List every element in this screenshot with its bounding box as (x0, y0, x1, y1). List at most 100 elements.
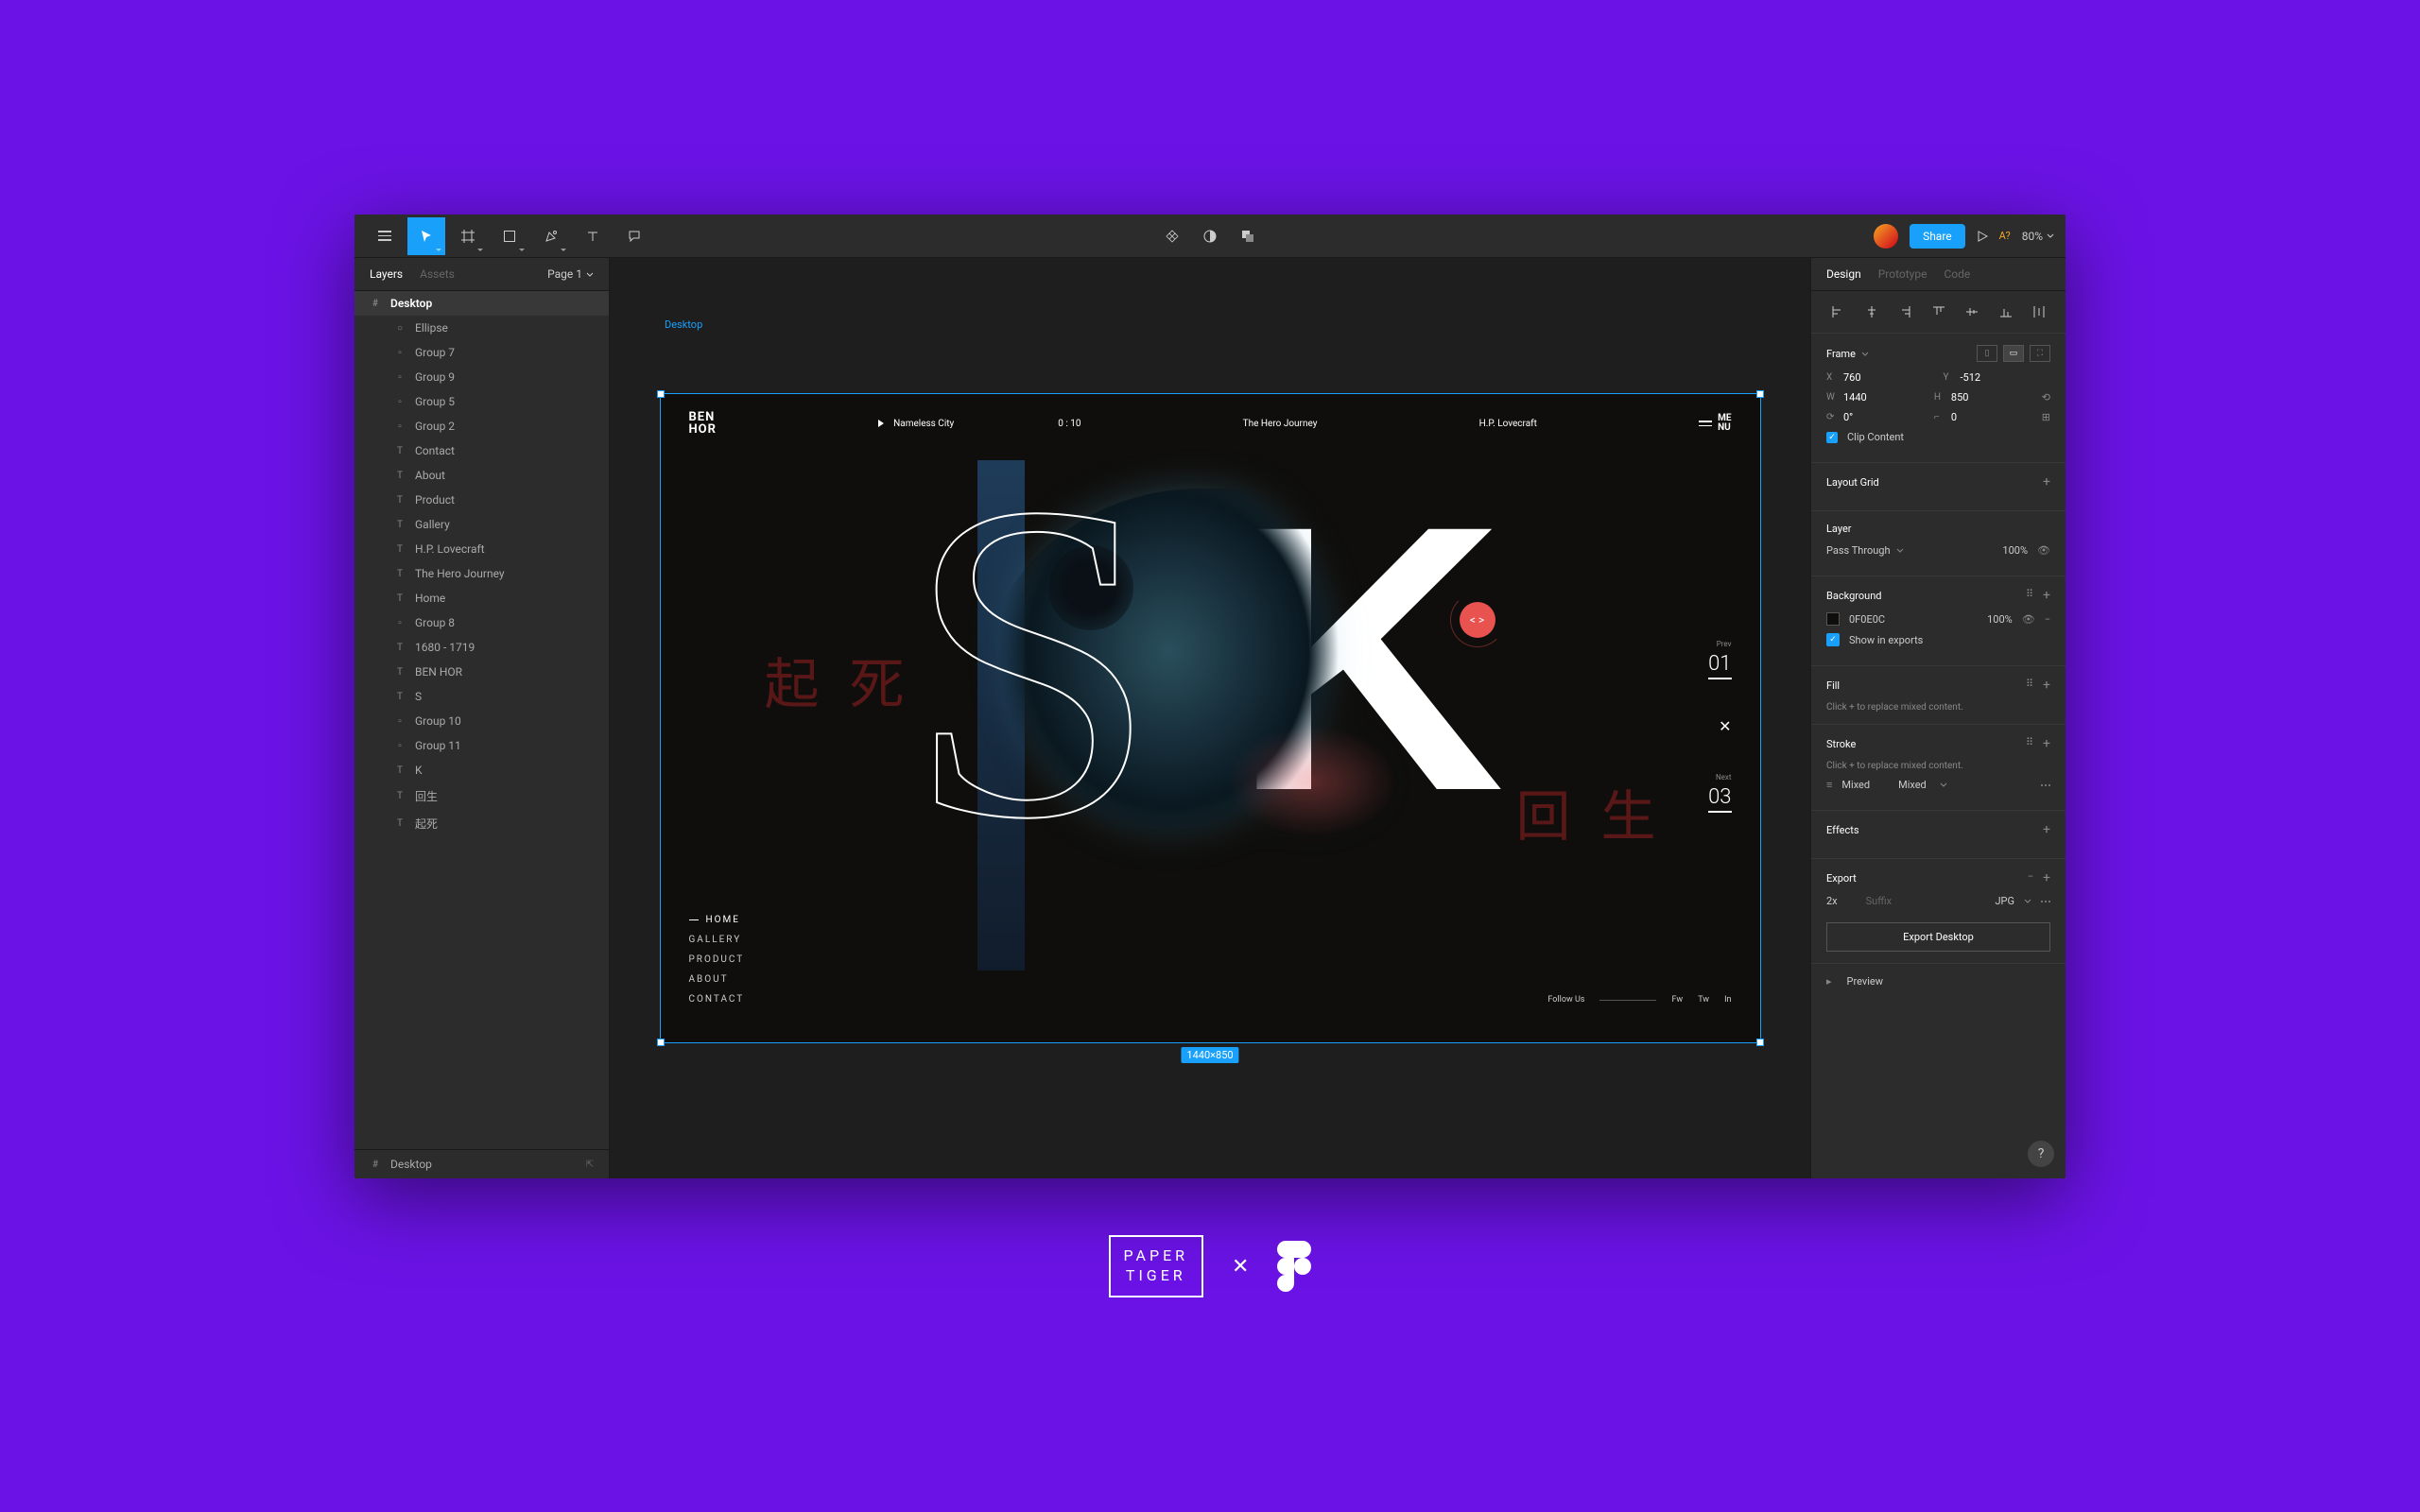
stroke-more-icon[interactable] (2041, 784, 2050, 786)
layer-item[interactable]: ▫Group 2 (354, 414, 609, 438)
move-tool[interactable] (407, 217, 445, 255)
align-left[interactable] (1826, 301, 1849, 323)
clip-content-checkbox[interactable]: ✓ (1826, 432, 1838, 443)
visibility-icon[interactable]: 👁 (2022, 613, 2035, 626)
resize-fit[interactable]: ⛶ (2030, 345, 2050, 362)
layer-item[interactable]: TH.P. Lovecraft (354, 537, 609, 561)
canvas[interactable]: Desktop 1440×850 BENHOR Nameless City0 :… (610, 258, 1810, 1178)
layer-item[interactable]: TGallery (354, 512, 609, 537)
layer-item[interactable]: TProduct (354, 488, 609, 512)
stroke-weight[interactable]: Mixed (1841, 779, 1870, 791)
y-field[interactable]: -512 (1961, 371, 2008, 384)
export-format[interactable]: JPG (1995, 895, 2014, 907)
add-stroke-button[interactable]: + (2043, 736, 2050, 751)
align-top[interactable] (1927, 301, 1950, 323)
add-fill-button[interactable]: + (2043, 678, 2050, 693)
tab-design[interactable]: Design (1826, 267, 1861, 281)
orientation-landscape[interactable]: ▭ (2003, 345, 2024, 362)
add-grid-button[interactable]: + (2043, 474, 2050, 490)
layer-opacity[interactable]: 100% (2002, 544, 2028, 557)
layer-item[interactable]: ▫Group 11 (354, 733, 609, 758)
resize-handle[interactable] (657, 1039, 665, 1046)
bg-opacity[interactable]: 100% (1987, 613, 2013, 626)
layer-item[interactable]: TS (354, 684, 609, 709)
layer-item[interactable]: ▫Group 8 (354, 610, 609, 635)
layer-item[interactable]: ▫Group 10 (354, 709, 609, 733)
bottom-frame-ref[interactable]: #Desktop ⇱ (354, 1149, 609, 1178)
align-bottom[interactable] (1995, 301, 2017, 323)
layer-item[interactable]: T1680 - 1719 (354, 635, 609, 660)
export-more-icon[interactable] (2041, 901, 2050, 902)
frame-name-label[interactable]: Desktop (665, 318, 702, 331)
w-field[interactable]: 1440 (1843, 391, 1891, 404)
export-scale[interactable]: 2x (1826, 895, 1838, 907)
layer-item[interactable]: ▫Group 9 (354, 365, 609, 389)
tab-code[interactable]: Code (1944, 267, 1970, 281)
share-button[interactable]: Share (1910, 224, 1965, 249)
align-center-h[interactable] (1860, 301, 1883, 323)
zoom-control[interactable]: 80% (2022, 230, 2054, 243)
export-button[interactable]: Export Desktop (1826, 922, 2050, 952)
layer-item[interactable]: TK (354, 758, 609, 782)
help-button[interactable]: ? (2028, 1141, 2054, 1167)
add-bg-button[interactable]: + (2043, 588, 2050, 603)
pen-tool[interactable] (532, 217, 570, 255)
show-exports-checkbox[interactable]: ✓ (1826, 633, 1840, 646)
layer-item[interactable]: T回生 (354, 782, 609, 810)
resize-handle[interactable] (1756, 390, 1764, 398)
bg-hex[interactable]: 0F0E0C (1849, 613, 1885, 626)
h-field[interactable]: 850 (1951, 391, 1998, 404)
layer-item[interactable]: TThe Hero Journey (354, 561, 609, 586)
style-icon[interactable]: ⠿ (2026, 736, 2033, 751)
distribute[interactable] (2028, 301, 2050, 323)
align-right[interactable] (1893, 301, 1916, 323)
layer-item[interactable]: ▫Group 5 (354, 389, 609, 414)
bg-swatch[interactable] (1826, 612, 1840, 626)
version-indicator[interactable]: A? (1999, 230, 2011, 242)
style-icon[interactable]: ⠿ (2026, 588, 2033, 603)
tab-layers[interactable]: Layers (370, 267, 403, 281)
layer-item[interactable]: TAbout (354, 463, 609, 488)
component-icon[interactable] (1161, 217, 1184, 255)
blend-mode[interactable]: Pass Through (1826, 544, 1891, 557)
preview-label[interactable]: Preview (1847, 975, 1883, 988)
add-effect-button[interactable]: + (2043, 822, 2050, 837)
remove-icon[interactable]: − (2045, 613, 2050, 626)
layer-item[interactable]: THome (354, 586, 609, 610)
text-tool[interactable] (574, 217, 612, 255)
stroke-align[interactable]: Mixed (1898, 779, 1927, 791)
tab-prototype[interactable]: Prototype (1878, 267, 1927, 281)
layer-item[interactable]: ▫Group 7 (354, 340, 609, 365)
frame-desktop[interactable]: 1440×850 BENHOR Nameless City0 : 10 The … (660, 393, 1761, 1043)
resize-handle[interactable] (657, 390, 665, 398)
remove-export-button[interactable]: − (2028, 870, 2033, 885)
x-field[interactable]: 760 (1843, 371, 1891, 384)
layer-item[interactable]: ○Ellipse (354, 316, 609, 340)
independent-corners-icon[interactable]: ⊞ (2042, 411, 2050, 423)
union-icon[interactable] (1236, 217, 1259, 255)
layer-item[interactable]: TBEN HOR (354, 660, 609, 684)
user-avatar[interactable] (1874, 224, 1898, 249)
layer-item[interactable]: T起死 (354, 810, 609, 837)
present-button[interactable] (1977, 231, 1988, 242)
frame-tool[interactable] (449, 217, 487, 255)
visibility-icon[interactable]: 👁 (2037, 544, 2050, 557)
expand-icon[interactable]: ▸ (1826, 975, 1832, 988)
align-center-v[interactable] (1961, 301, 1983, 323)
style-icon[interactable]: ⠿ (2026, 678, 2033, 693)
layer-item[interactable]: TContact (354, 438, 609, 463)
main-menu-button[interactable] (366, 217, 404, 255)
orientation-portrait[interactable]: ▯ (1977, 345, 1997, 362)
layer-frame-desktop[interactable]: # Desktop (354, 291, 609, 316)
rotation-field[interactable]: 0° (1843, 411, 1891, 423)
resize-handle[interactable] (1756, 1039, 1764, 1046)
export-suffix[interactable]: Suffix (1866, 895, 1892, 907)
link-dimensions-icon[interactable]: ⟲ (2042, 391, 2050, 404)
shape-tool[interactable] (491, 217, 528, 255)
add-export-button[interactable]: + (2043, 870, 2050, 885)
radius-field[interactable]: 0 (1951, 411, 1998, 423)
tab-assets[interactable]: Assets (420, 267, 455, 281)
comment-tool[interactable] (615, 217, 653, 255)
page-selector[interactable]: Page 1 (547, 267, 594, 281)
mask-icon[interactable] (1199, 217, 1221, 255)
